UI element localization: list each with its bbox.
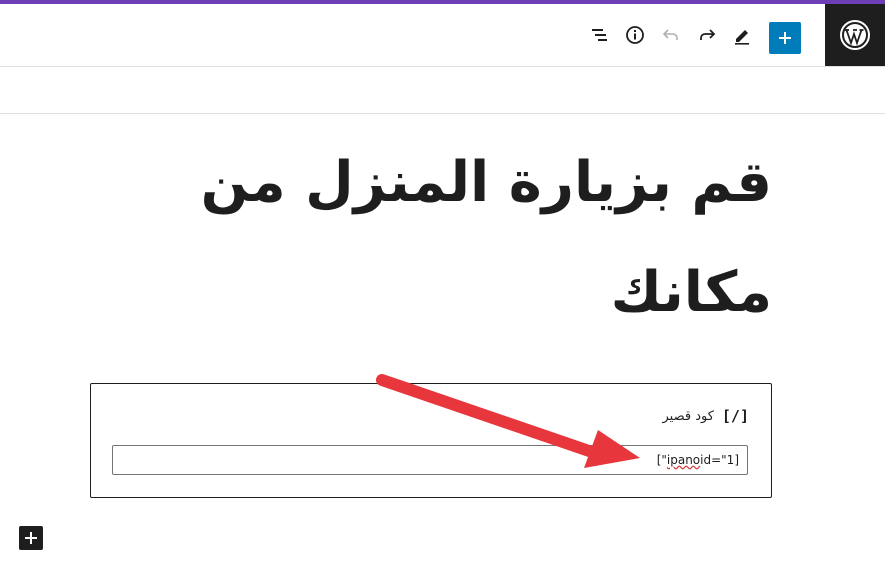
editor-subbar [0, 67, 885, 114]
editor-header [0, 4, 885, 67]
redo-icon[interactable] [695, 23, 719, 47]
shortcode-value-suffix: id="1] [700, 453, 739, 467]
shortcode-block-label: [/] كود قصير [662, 407, 749, 425]
shortcode-value-misspelled: ipano [666, 453, 701, 467]
plus-icon [779, 32, 791, 44]
shortcode-icon: [/] [721, 407, 749, 425]
plus-icon [25, 532, 37, 544]
shortcode-label-text: كود قصير [662, 408, 714, 424]
edit-pencil-icon[interactable] [730, 23, 754, 47]
shortcode-value-prefix: [" [656, 453, 667, 467]
post-title[interactable]: قم بزيارة المنزل من مكانك [180, 128, 772, 348]
wordpress-logo[interactable] [825, 4, 885, 66]
shortcode-block[interactable]: [/] كود قصير [" ipano id="1] [90, 383, 772, 498]
add-block-button[interactable] [769, 22, 801, 54]
shortcode-input[interactable]: [" ipano id="1] [112, 445, 748, 475]
wordpress-icon [840, 20, 870, 50]
undo-icon[interactable] [659, 23, 683, 47]
block-inserter-button[interactable] [19, 526, 43, 550]
list-view-icon[interactable] [587, 23, 611, 47]
info-icon[interactable] [623, 23, 647, 47]
